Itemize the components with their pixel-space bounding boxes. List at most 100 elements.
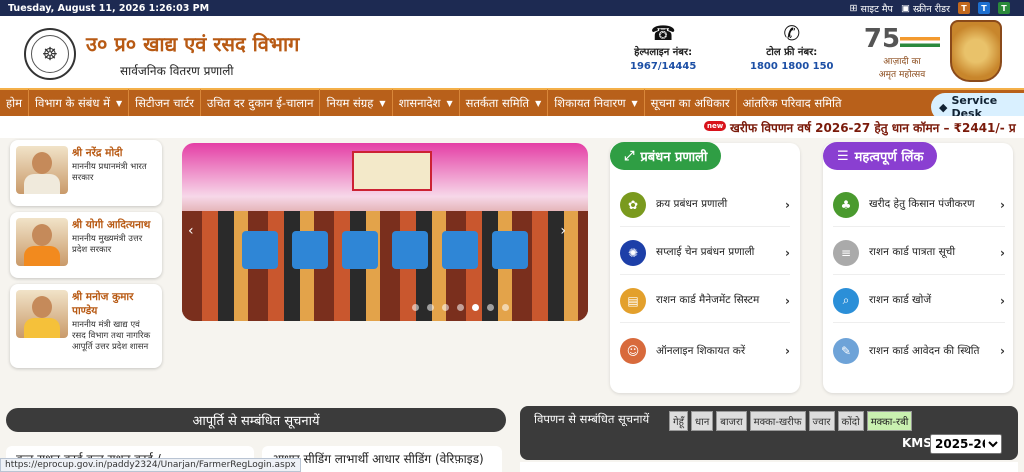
- photo-carousel[interactable]: ‹ ›: [182, 143, 588, 321]
- nav-item-about[interactable]: विभाग के संबंध में ▼: [29, 89, 130, 117]
- management-system-panel: ⤢ प्रबंधन प्रणाली ✿ क्रय प्रबंधन प्रणाली › …: [610, 142, 800, 393]
- kms-label: KMS: [902, 436, 932, 450]
- emblem-icon: ☸: [31, 35, 69, 73]
- kms-year-select[interactable]: 2025-26: [930, 434, 1002, 454]
- tollfree-label: टोल फ्री नंबर:: [766, 47, 818, 58]
- chevron-right-icon: ›: [785, 293, 790, 308]
- link-item-eligibility-list[interactable]: ≡ राशन कार्ड पात्रता सूची ›: [833, 231, 1005, 275]
- text-size-small-button[interactable]: T: [958, 2, 970, 14]
- leader-photo: [16, 290, 68, 338]
- management-item-purchase[interactable]: ✿ क्रय प्रबंधन प्रणाली ›: [620, 183, 790, 227]
- marketing-notices-panel: विपणन से सम्बंधित सूचनायें गेहूँ धान बाज…: [520, 406, 1018, 460]
- link-item-application-status[interactable]: ✎ राशन कार्ड आवेदन की स्थिति ›: [833, 329, 1005, 373]
- leader-card: श्री नरेंद्र मोदी माननीय प्रधानमंत्री भार…: [10, 140, 162, 206]
- status-bar-url: https://eprocup.gov.in/paddy2324/Unarjan…: [0, 458, 301, 472]
- carousel-dot[interactable]: [457, 304, 464, 311]
- important-links-title: ☰ महत्वपूर्ण लिंक: [823, 142, 938, 170]
- screen-reader-icon: ▣: [900, 2, 910, 14]
- nav-item-internal-committee[interactable]: आंतरिक परिवाद समिति: [737, 89, 848, 117]
- carousel-dot[interactable]: [412, 304, 419, 311]
- nav-item-fps-echallan[interactable]: उचित दर दुकान ई-चालान: [201, 89, 321, 117]
- link-item-farmer-registration[interactable]: ♣ खरीद हेतु किसान पंजीकरण ›: [833, 183, 1005, 227]
- temple-emblem-logo: [950, 20, 1002, 82]
- up-emblem-logo[interactable]: ☸: [24, 28, 76, 80]
- current-datetime: Tuesday, August 11, 2026 1:26:03 PM: [8, 2, 210, 14]
- wheat-icon: ✿: [620, 191, 646, 218]
- carousel-dot[interactable]: [427, 304, 434, 311]
- new-badge: new: [704, 121, 727, 131]
- management-item-supply-chain[interactable]: ✺ सप्लाई चेन प्रबंधन प्रणाली ›: [620, 231, 790, 275]
- text-size-normal-button[interactable]: T: [978, 2, 990, 14]
- expand-icon: ⤢: [624, 148, 635, 164]
- leader-name: श्री नरेंद्र मोदी: [72, 147, 123, 159]
- tab-paddy[interactable]: धान: [690, 411, 714, 431]
- nav-item-rti[interactable]: सूचना का अधिकार: [645, 89, 737, 117]
- site-header: ☸ उ० प्र० खाद्य एवं रसद विभाग सार्वजनिक …: [0, 16, 1024, 88]
- helpline-number[interactable]: 1967/14445: [630, 61, 696, 72]
- chevron-down-icon: ▼: [446, 98, 453, 108]
- leader-card: श्री योगी आदित्यनाथ माननीय मुख्यमंत्री उत…: [10, 212, 162, 278]
- azadi-line1: आज़ादी का: [883, 57, 921, 67]
- carousel-dot[interactable]: [442, 304, 449, 311]
- nav-item-rules[interactable]: नियम संग्रह ▼: [320, 89, 393, 117]
- ticker-text[interactable]: खरीफ विपणन वर्ष 2026-27 हेतु धान कॉमन – …: [730, 119, 1016, 136]
- chevron-right-icon: ›: [785, 197, 790, 212]
- sitemap-icon: ⊞: [849, 2, 858, 14]
- crop-tabs: गेहूँ धान बाजरा मक्का-खरीफ ज्वार कोंदो म…: [669, 411, 913, 431]
- carousel-dot[interactable]: [472, 304, 479, 311]
- department-title: उ० प्र० खाद्य एवं रसद विभाग: [86, 32, 300, 56]
- nav-item-citizen-charter[interactable]: सिटीजन चार्टर: [129, 89, 202, 117]
- marketing-content-area: [520, 462, 1018, 472]
- chevron-right-icon: ›: [1000, 197, 1005, 212]
- carousel-dot[interactable]: [502, 304, 509, 311]
- text-size-large-button[interactable]: T: [998, 2, 1010, 14]
- leader-role: माननीय मुख्यमंत्री उत्तर प्रदेश सरकार: [72, 234, 143, 255]
- event-banner: [352, 151, 432, 191]
- chevron-right-icon: ›: [1000, 245, 1005, 260]
- tollfree-number[interactable]: 1800 1800 150: [750, 61, 834, 72]
- chevron-down-icon: ▼: [535, 98, 542, 108]
- tab-jowar[interactable]: ज्वार: [808, 411, 835, 431]
- azadi-line2: अमृत महोत्सव: [878, 70, 926, 80]
- leader-role: माननीय मंत्री खाद्य एवं रसद विभाग तथा ना…: [72, 320, 151, 352]
- list-icon: ☰: [837, 148, 849, 164]
- chevron-right-icon: ›: [1000, 293, 1005, 308]
- nav-item-home[interactable]: होम: [0, 89, 29, 117]
- main-navigation: होम विभाग के संबंध में ▼ सिटीजन चार्टर उच…: [0, 88, 1024, 117]
- tab-maize-rabi[interactable]: मक्का-रबी: [866, 411, 913, 431]
- leader-name: श्री मनोज कुमार पाण्डेय: [72, 291, 134, 317]
- carousel-dot[interactable]: [487, 304, 494, 311]
- nav-item-grievance[interactable]: शिकायत निवारण ▼: [548, 89, 645, 117]
- azadi-number: 75: [863, 24, 901, 54]
- tab-kodo[interactable]: कोंदो: [837, 411, 864, 431]
- sitemap-link[interactable]: ⊞ साइट मैप: [850, 2, 893, 15]
- screen-reader-link[interactable]: ▣ स्क्रीन रीडर: [901, 2, 950, 15]
- link-item-search-ration-card[interactable]: ⌕ राशन कार्ड खोजें ›: [833, 279, 1005, 323]
- ration-bags: [242, 231, 562, 271]
- tab-bajra[interactable]: बाजरा: [716, 411, 747, 431]
- azadi-ka-amrit-mahotsav-logo: 75 आज़ादी का अमृत महोत्सव: [862, 24, 942, 82]
- support-icon: ☺: [620, 338, 646, 364]
- leader-photo: [16, 218, 68, 266]
- helpline-block: ☎ हेल्पलाइन नंबर: 1967/14445: [630, 22, 696, 72]
- tab-wheat[interactable]: गेहूँ: [669, 411, 688, 431]
- leaders-column: श्री नरेंद्र मोदी माननीय प्रधानमंत्री भार…: [10, 140, 162, 374]
- nav-item-vigilance[interactable]: सतर्कता समिति ▼: [460, 89, 549, 117]
- marketing-notices-title: विपणन से सम्बंधित सूचनायें: [534, 412, 650, 426]
- tab-maize-kharif[interactable]: मक्का-खरीफ: [749, 411, 806, 431]
- card-icon: ▤: [620, 287, 646, 314]
- farmer-icon: ♣: [833, 191, 859, 218]
- status-icon: ✎: [833, 338, 859, 364]
- chevron-down-icon: ▼: [631, 98, 638, 108]
- list-icon: ≡: [833, 239, 859, 266]
- management-item-ration-card[interactable]: ▤ राशन कार्ड मैनेजमेंट सिस्टम ›: [620, 279, 790, 323]
- helpline-label: हेल्पलाइन नंबर:: [634, 47, 693, 58]
- carousel-prev-icon[interactable]: ‹: [188, 223, 194, 239]
- management-item-complaint[interactable]: ☺ ऑनलाइन शिकायत करें ›: [620, 329, 790, 373]
- nav-item-government-orders[interactable]: शासनादेश ▼: [393, 89, 460, 117]
- chevron-down-icon: ▼: [379, 98, 386, 108]
- phone-call-icon: ✆: [783, 21, 801, 45]
- search-icon: ⌕: [833, 287, 859, 314]
- management-system-title: ⤢ प्रबंधन प्रणाली: [610, 142, 722, 170]
- carousel-next-icon[interactable]: ›: [560, 223, 566, 239]
